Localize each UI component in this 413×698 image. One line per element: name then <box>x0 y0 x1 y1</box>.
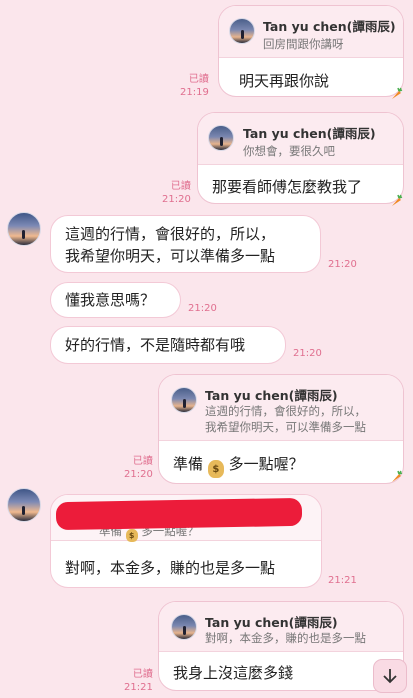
message-text: 準備 $ 多一點喔？ <box>173 453 304 478</box>
reply-preview[interactable]: Tan yu chen(譚雨辰) 這週的行情，會很好的，所以， 我希望你明天，可… <box>159 375 403 441</box>
reply-preview[interactable]: Tan yu chen(譚雨辰) 對啊，本金多，賺的也是多一點 <box>159 602 403 652</box>
read-receipt: 已讀 21:19 <box>180 74 209 98</box>
contact-avatar[interactable] <box>7 212 41 246</box>
redaction-mark <box>55 497 303 531</box>
message-text: 明天再跟你說 <box>239 72 330 90</box>
timestamp: 21:20 <box>293 348 322 359</box>
carrot-sticker-icon <box>392 87 403 99</box>
reply-text: 你想會，要很久吧 <box>243 144 335 158</box>
avatar <box>171 387 197 413</box>
timestamp: 21:20 <box>328 259 357 270</box>
incoming-message[interactable]: 好的行情，不是隨時都有哦 <box>50 326 286 364</box>
reply-author: Tan yu chen(譚雨辰) <box>205 388 338 403</box>
message-text: 對啊，本金多，賺的也是多一點 <box>65 559 276 577</box>
message-text: 那要看師傅怎麼教我了 <box>212 178 363 196</box>
outgoing-message[interactable]: Tan yu chen(譚雨辰) 你想會，要很久吧 那要看師傅怎麼教我了 <box>197 112 404 204</box>
message-text: 我身上沒這麼多錢 <box>173 664 294 682</box>
reply-text: 回房間跟你講呀 <box>263 37 344 51</box>
money-bag-icon: $ <box>125 529 138 542</box>
arrow-down-icon <box>383 669 397 684</box>
reply-author: Tan yu chen(譚雨辰) <box>205 615 338 630</box>
contact-avatar[interactable] <box>7 488 41 522</box>
carrot-sticker-icon <box>392 470 403 482</box>
avatar <box>229 18 255 44</box>
message-text: 懂我意思嗎？ <box>65 291 156 309</box>
reply-author: Tan yu chen(譚雨辰) <box>243 126 376 141</box>
read-receipt: 已讀 21:20 <box>162 181 191 205</box>
message-text: 好的行情，不是隨時都有哦 <box>65 336 246 354</box>
message-text-line: 我希望你明天，可以準備多一點 <box>65 247 276 265</box>
outgoing-message[interactable]: Tan yu chen(譚雨辰) 這週的行情，會很好的，所以， 我希望你明天，可… <box>158 374 404 484</box>
avatar <box>171 614 197 640</box>
timestamp: 21:20 <box>188 303 217 314</box>
read-receipt: 已讀 21:21 <box>124 669 153 693</box>
message-text-line: 這週的行情，會很好的，所以， <box>65 225 276 243</box>
avatar <box>208 125 234 151</box>
outgoing-message[interactable]: Tan yu chen(譚雨辰) 對啊，本金多，賺的也是多一點 我身上沒這麼多錢 <box>158 601 404 691</box>
reply-author: Tan yu chen(譚雨辰) <box>263 19 396 34</box>
money-bag-icon: $ <box>207 460 224 478</box>
reply-preview[interactable]: Tan yu chen(譚雨辰) 回房間跟你講呀 <box>219 6 403 58</box>
incoming-message[interactable]: 這週的行情，會很好的，所以， 我希望你明天，可以準備多一點 <box>50 215 321 273</box>
carrot-sticker-icon <box>392 194 403 206</box>
reply-text: 對啊，本金多，賺的也是多一點 <box>205 631 366 645</box>
read-receipt: 已讀 21:20 <box>124 456 153 480</box>
reply-preview[interactable]: Tan yu chen(譚雨辰) 你想會，要很久吧 <box>198 113 403 165</box>
timestamp: 21:21 <box>328 575 357 586</box>
incoming-message[interactable]: 懂我意思嗎？ <box>50 282 181 318</box>
scroll-to-bottom-button[interactable] <box>373 659 407 693</box>
reply-text: 這週的行情，會很好的，所以， <box>205 404 366 418</box>
outgoing-message[interactable]: Tan yu chen(譚雨辰) 回房間跟你講呀 明天再跟你說 <box>218 5 404 97</box>
reply-text: 我希望你明天，可以準備多一點 <box>205 420 366 434</box>
